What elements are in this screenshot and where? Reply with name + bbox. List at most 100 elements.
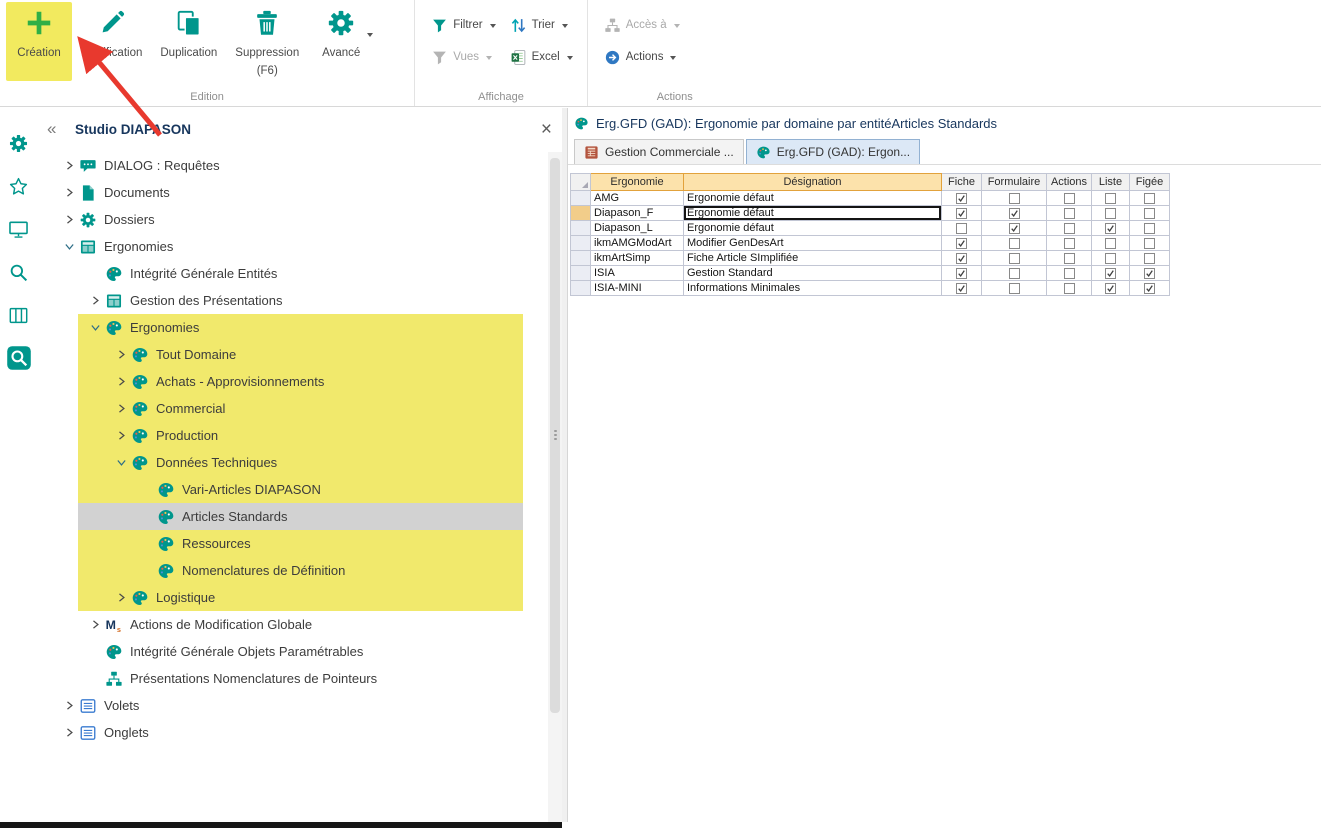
tree-item-vari-articles-diapason[interactable]: Vari-Articles DIAPASON [37,476,548,503]
cell-liste[interactable] [1092,206,1130,221]
checkbox-actions[interactable] [1064,193,1075,204]
activity-item-layout[interactable] [6,302,32,328]
cell-ergonomie[interactable]: Diapason_L [591,221,684,236]
ribbon-button-acces-a[interactable]: Accès à [604,16,748,34]
chevron-right-icon[interactable] [113,347,129,363]
cell-fiche[interactable] [942,281,982,296]
tree-item-dossiers[interactable]: Dossiers [37,206,548,233]
tree-item-volets[interactable]: Volets [37,692,548,719]
checkbox-actions[interactable] [1064,238,1075,249]
activity-item-settings[interactable] [6,130,32,156]
cell-actions[interactable] [1047,221,1092,236]
row-selector[interactable] [571,191,591,206]
cell-fiche[interactable] [942,251,982,266]
cell-designation[interactable]: Ergonomie défaut [684,206,942,221]
cell-actions[interactable] [1047,236,1092,251]
ribbon-button-actions[interactable]: Actions [604,48,748,66]
cell-designation[interactable]: Gestion Standard [684,266,942,281]
scrollbar-thumb[interactable] [550,158,560,713]
cell-fiche[interactable] [942,191,982,206]
chevron-right-icon[interactable] [61,698,77,714]
cell-liste[interactable] [1092,191,1130,206]
checkbox-formulaire[interactable] [1009,268,1020,279]
chevron-down-icon[interactable] [87,320,103,336]
row-selector[interactable] [571,206,591,221]
column-header-figee[interactable]: Figée [1130,174,1170,191]
collapse-panel-button[interactable]: « [47,119,75,139]
checkbox-actions[interactable] [1064,283,1075,294]
cell-designation[interactable]: Fiche Article SImplifiée [684,251,942,266]
row-selector[interactable] [571,221,591,236]
cell-fiche[interactable] [942,206,982,221]
chevron-right-icon[interactable] [113,428,129,444]
cell-fiche[interactable] [942,266,982,281]
checkbox-formulaire[interactable] [1009,283,1020,294]
cell-liste[interactable] [1092,251,1130,266]
cell-designation[interactable]: Ergonomie défaut [684,221,942,236]
chevron-right-icon[interactable] [61,158,77,174]
cell-liste[interactable] [1092,266,1130,281]
ribbon-button-modification[interactable]: Modification [72,2,151,81]
checkbox-figee[interactable] [1144,223,1155,234]
tree-item-tout-domaine[interactable]: Tout Domaine [37,341,548,368]
cell-formulaire[interactable] [982,251,1047,266]
column-header-ergonomie[interactable]: Ergonomie [591,174,684,191]
cell-actions[interactable] [1047,251,1092,266]
chevron-right-icon[interactable] [61,185,77,201]
tree-item-actions-de-modification-globale[interactable]: MsActions de Modification Globale [37,611,548,638]
checkbox-fiche[interactable] [956,283,967,294]
tree-scrollbar[interactable] [548,152,562,822]
cell-ergonomie[interactable]: ISIA [591,266,684,281]
checkbox-figee[interactable] [1144,238,1155,249]
tree-item-int-grit-g-n-rale-entit-s[interactable]: Intégrité Générale Entités [37,260,548,287]
chevron-right-icon[interactable] [61,725,77,741]
chevron-down-icon[interactable] [61,239,77,255]
checkbox-formulaire[interactable] [1009,208,1020,219]
chevron-right-icon[interactable] [87,617,103,633]
cell-ergonomie[interactable]: ikmArtSimp [591,251,684,266]
cell-ergonomie[interactable]: ikmAMGModArt [591,236,684,251]
row-selector[interactable] [571,266,591,281]
row-selector[interactable] [571,281,591,296]
activity-item-screens[interactable] [6,216,32,242]
tab-erg-gfd[interactable]: Erg.GFD (GAD): Ergon... [746,139,920,164]
chevron-right-icon[interactable] [113,590,129,606]
tree-item-onglets[interactable]: Onglets [37,719,548,746]
checkbox-actions[interactable] [1064,208,1075,219]
checkbox-fiche[interactable] [956,268,967,279]
cell-formulaire[interactable] [982,221,1047,236]
checkbox-figee[interactable] [1144,253,1155,264]
column-header-actions[interactable]: Actions [1047,174,1092,191]
chevron-right-icon[interactable] [113,374,129,390]
checkbox-liste[interactable] [1105,223,1116,234]
tree-item-production[interactable]: Production [37,422,548,449]
tree-item-int-grit-g-n-rale-objets-param-trables[interactable]: Intégrité Générale Objets Paramétrables [37,638,548,665]
checkbox-liste[interactable] [1105,238,1116,249]
tree-item-dialog-requ-tes[interactable]: DIALOG : Requêtes [37,152,548,179]
tree-item-nomenclatures-de-d-finition[interactable]: Nomenclatures de Définition [37,557,548,584]
tab-gestion-commerciale[interactable]: Gestion Commerciale ... [574,139,744,164]
cell-actions[interactable] [1047,266,1092,281]
tree-item-documents[interactable]: Documents [37,179,548,206]
row-selector[interactable] [571,251,591,266]
select-all-corner[interactable] [571,174,591,191]
cell-formulaire[interactable] [982,236,1047,251]
chevron-right-icon[interactable] [61,212,77,228]
cell-ergonomie[interactable]: Diapason_F [591,206,684,221]
cell-liste[interactable] [1092,221,1130,236]
checkbox-figee[interactable] [1144,193,1155,204]
cell-figee[interactable] [1130,281,1170,296]
checkbox-fiche[interactable] [956,193,967,204]
cell-figee[interactable] [1130,266,1170,281]
checkbox-figee[interactable] [1144,208,1155,219]
cell-actions[interactable] [1047,206,1092,221]
checkbox-liste[interactable] [1105,193,1116,204]
cell-figee[interactable] [1130,236,1170,251]
cell-designation[interactable]: Informations Minimales [684,281,942,296]
cell-liste[interactable] [1092,236,1130,251]
cell-figee[interactable] [1130,206,1170,221]
cell-figee[interactable] [1130,221,1170,236]
cell-ergonomie[interactable]: AMG [591,191,684,206]
chevron-down-icon[interactable] [113,455,129,471]
tree-item-achats-approvisionnements[interactable]: Achats - Approvisionnements [37,368,548,395]
